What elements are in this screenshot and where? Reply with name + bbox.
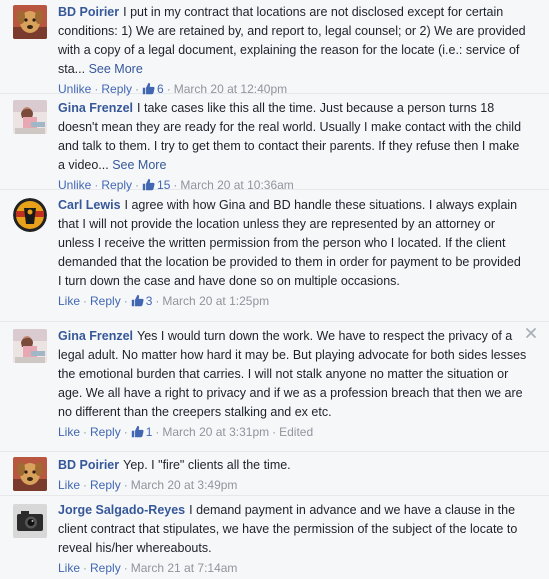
person-avatar[interactable]	[13, 329, 47, 363]
comment-author[interactable]: Carl Lewis	[58, 198, 121, 212]
edited-label[interactable]: Edited	[279, 425, 313, 439]
comment-author[interactable]: BD Poirier	[58, 5, 119, 19]
comment-actions: Like · Reply · 3 · March 20 at 1:25pm	[58, 292, 527, 312]
comment-timestamp[interactable]: March 20 at 1:25pm	[162, 294, 269, 308]
like-count-value: 3	[145, 294, 153, 308]
comment: Gina Frenzel I take cases like this all t…	[0, 94, 549, 192]
comment-timestamp[interactable]: March 20 at 3:31pm	[162, 425, 269, 439]
reply-link[interactable]: Reply	[90, 294, 121, 308]
like-count[interactable]: 3	[131, 294, 153, 308]
comment-actions: Like · Reply · 1 · March 20 at 3:31pm · Edited	[58, 423, 527, 443]
person-avatar[interactable]	[13, 100, 47, 134]
reply-link[interactable]: Reply	[90, 425, 121, 439]
like-link[interactable]: Like	[58, 294, 80, 308]
comment: Jorge Salgado-Reyes I demand payment in a…	[0, 496, 549, 579]
like-link[interactable]: Like	[58, 478, 80, 492]
thumbs-up-icon	[131, 294, 144, 312]
like-count-value: 1	[145, 425, 153, 439]
see-more-link[interactable]: See More	[89, 62, 143, 76]
dog-avatar[interactable]	[13, 5, 47, 39]
badge-logo-avatar[interactable]	[13, 198, 47, 232]
comment-timestamp[interactable]: March 20 at 3:49pm	[131, 478, 238, 492]
comment-author[interactable]: Gina Frenzel	[58, 329, 133, 343]
comment: BD Poirier I put in my contract that loca…	[0, 0, 549, 96]
comment-thread: BD Poirier I put in my contract that loca…	[0, 0, 549, 579]
comment-timestamp[interactable]: March 21 at 7:14am	[131, 561, 238, 575]
like-link[interactable]: Like	[58, 425, 80, 439]
comment-actions: Like · Reply · March 21 at 7:14am	[58, 561, 238, 575]
reply-link[interactable]: Reply	[90, 478, 121, 492]
comment-text: I agree with how Gina and BD handle thes…	[58, 198, 521, 288]
camera-avatar[interactable]	[13, 504, 47, 538]
thumbs-up-icon	[131, 425, 144, 443]
like-link[interactable]: Like	[58, 561, 80, 575]
comment-author[interactable]: BD Poirier	[58, 458, 119, 472]
see-more-link[interactable]: See More	[112, 158, 166, 172]
like-count[interactable]: 1	[131, 425, 153, 439]
dog-avatar[interactable]	[13, 457, 47, 491]
comment: BD Poirier Yep. I "fire" clients all the …	[0, 452, 549, 496]
comment: Gina Frenzel Yes I would turn down the wo…	[0, 322, 549, 452]
comment-author[interactable]: Gina Frenzel	[58, 101, 133, 115]
comment-text: Yep. I "fire" clients all the time.	[123, 458, 291, 472]
comment-author[interactable]: Jorge Salgado-Reyes	[58, 503, 185, 517]
reply-link[interactable]: Reply	[90, 561, 121, 575]
comment: Carl Lewis I agree with how Gina and BD h…	[0, 190, 549, 322]
comment-actions: Like · Reply · March 20 at 3:49pm	[58, 478, 238, 492]
